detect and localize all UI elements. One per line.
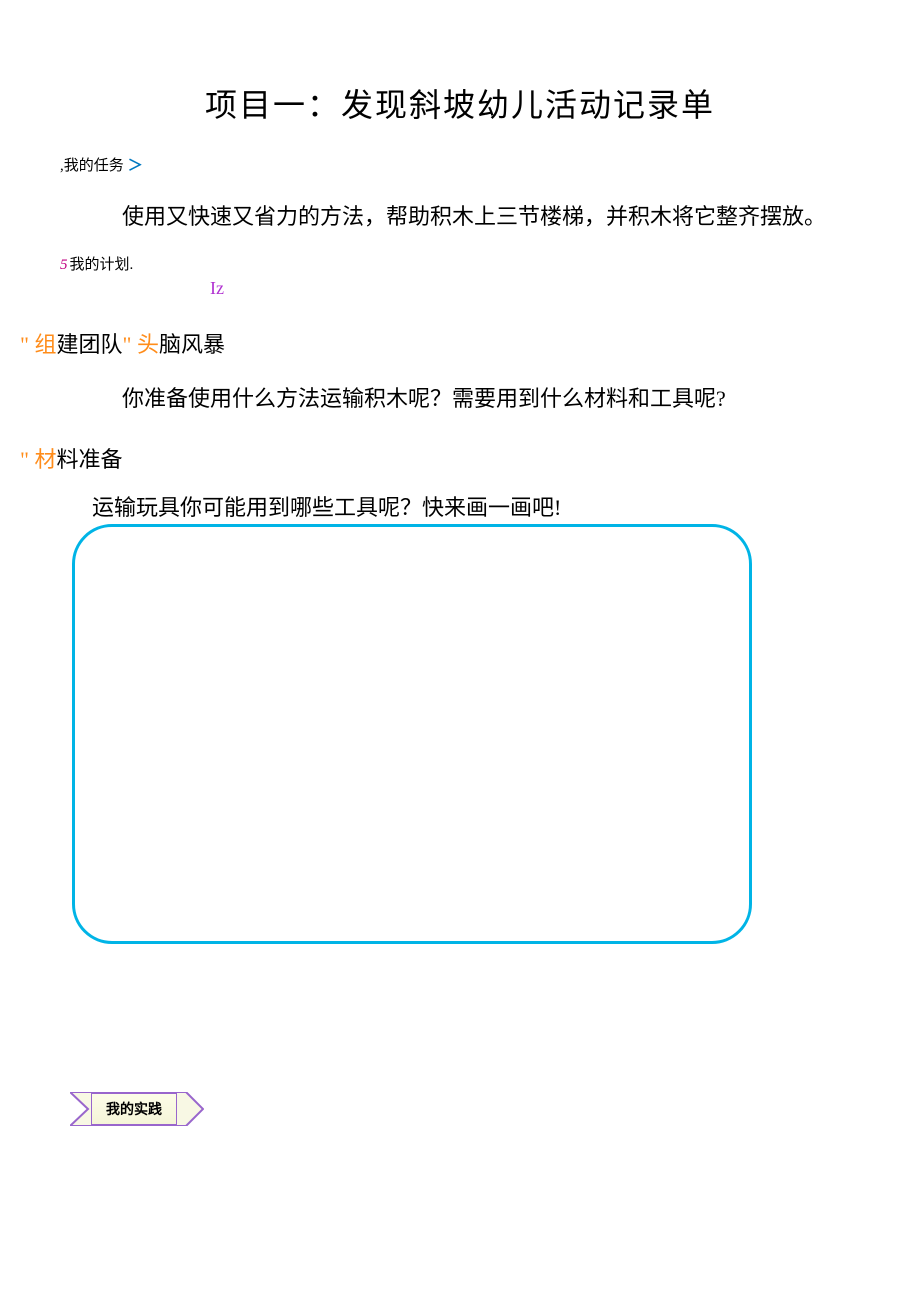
open-quote-1: " xyxy=(20,332,34,357)
plan-section-label: 5我的计划. xyxy=(60,253,860,274)
arrow-head-icon xyxy=(176,1092,204,1126)
draw-prompt-text: 运输玩具你可能用到哪些工具呢？快来画一画吧! xyxy=(92,490,860,522)
open-quote-2: " xyxy=(20,447,34,472)
arrow-tail-icon xyxy=(70,1092,92,1126)
drawing-area[interactable] xyxy=(72,524,752,944)
task-body-text: 使用又快速又省力的方法，帮助积木上三节楼梯，并积木将它整齐摆放。 xyxy=(122,193,860,241)
iz-text: Iz xyxy=(210,278,860,299)
task-section-label: ,我的任务＞ xyxy=(60,154,860,175)
material-prep-heading: " 材料准备 xyxy=(20,442,860,474)
practice-arrow-badge: 我的实践 xyxy=(70,1092,204,1126)
team-text-1: 建团队 xyxy=(57,332,123,357)
team-brainstorm-heading: " 组建团队" 头脑风暴 xyxy=(20,327,860,359)
plan-label-text: 我的计划. xyxy=(70,257,134,273)
document-title: 项目一：发现斜坡幼儿活动记录单 xyxy=(60,80,860,126)
plan-number: 5 xyxy=(60,257,68,273)
team-orange-char-2: 头 xyxy=(137,332,159,357)
prep-orange-char: 材 xyxy=(34,447,56,472)
prep-text: 料准备 xyxy=(57,447,123,472)
team-prompt-text: 你准备使用什么方法运输积木呢？需要用到什么材料和工具呢? xyxy=(122,375,860,423)
close-quote-1: " xyxy=(123,332,137,357)
team-orange-char-1: 组 xyxy=(34,332,56,357)
team-text-2: 脑风暴 xyxy=(159,332,225,357)
task-gt-icon: ＞ xyxy=(128,158,143,174)
task-label-text: 我的任务 xyxy=(64,158,124,174)
practice-label: 我的实践 xyxy=(92,1092,176,1126)
